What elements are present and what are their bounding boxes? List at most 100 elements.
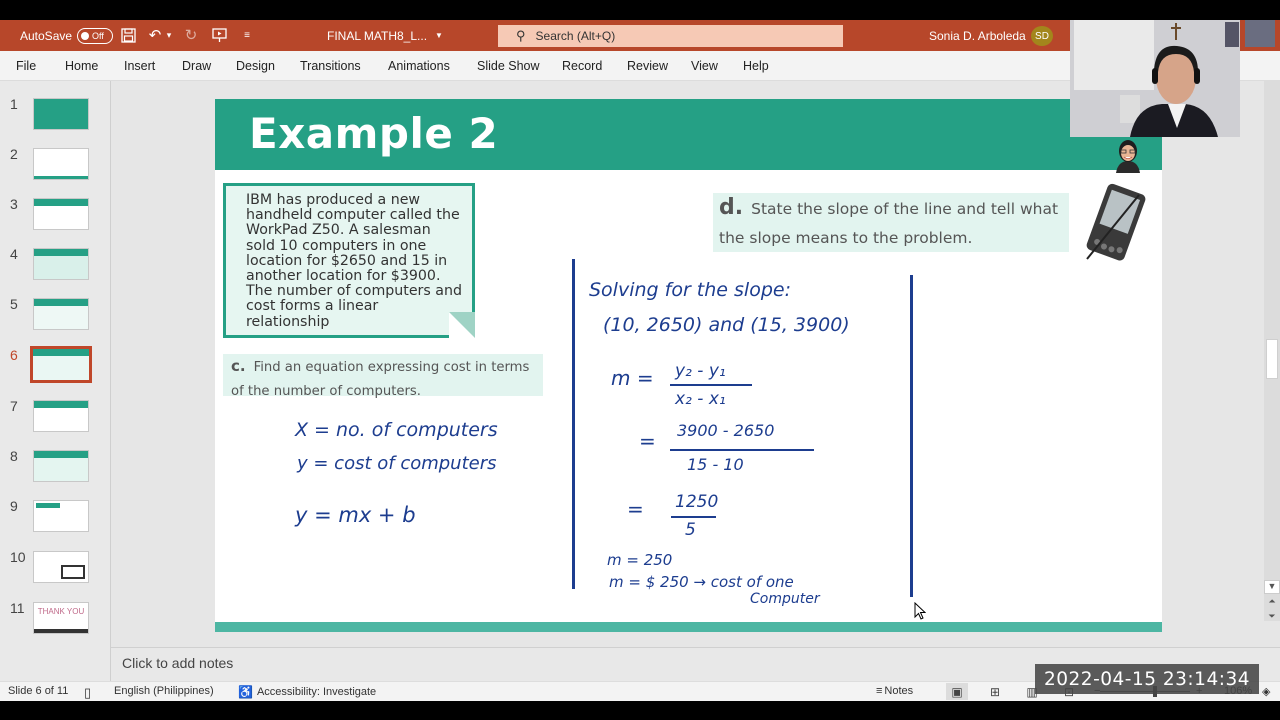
ink-fraction-bar xyxy=(670,384,752,386)
redo-icon[interactable]: ↻ xyxy=(182,26,200,44)
tab-design[interactable]: Design xyxy=(236,51,275,81)
slide-number: 6 xyxy=(10,347,18,363)
thumbnail-image[interactable] xyxy=(33,400,89,432)
slide-thumbnail[interactable]: 10 xyxy=(0,549,111,589)
webcam-video xyxy=(1070,20,1240,137)
customize-icon[interactable]: ≡ xyxy=(238,26,256,44)
ink-slope-intercept: y = mx + b xyxy=(295,503,416,527)
ink-variable-y: y = cost of computers xyxy=(297,453,497,474)
ink-m-equals: m = xyxy=(611,366,654,390)
accessibility-icon: ♿ xyxy=(238,685,253,699)
tab-file[interactable]: File xyxy=(16,51,36,81)
spelling-check-icon[interactable]: ▯ xyxy=(84,685,91,701)
question-text: State the slope of the line and tell wha… xyxy=(719,200,1059,247)
thumbnail-image[interactable] xyxy=(33,551,89,583)
tab-insert[interactable]: Insert xyxy=(124,51,155,81)
slide-thumbnail[interactable]: 3 xyxy=(0,196,111,236)
ink-points: (10, 2650) and (15, 3900) xyxy=(603,314,850,336)
slide-indicator[interactable]: Slide 6 of 11 xyxy=(8,685,68,697)
slide-number: 2 xyxy=(10,146,18,162)
slide-title-bar: Example 2 xyxy=(215,99,1162,170)
normal-view-button[interactable]: ▣ xyxy=(946,683,968,700)
slide-thumbnail[interactable]: 9 xyxy=(0,498,111,538)
slide-number: 8 xyxy=(10,448,18,464)
slide-thumbnail[interactable]: 2 xyxy=(0,146,111,186)
tab-transitions[interactable]: Transitions xyxy=(300,51,361,81)
slide-thumbnail[interactable]: 7 xyxy=(0,398,111,438)
bitmoji-avatar-image xyxy=(1116,140,1140,173)
tab-review[interactable]: Review xyxy=(627,51,668,81)
autosave-label: AutoSave xyxy=(20,28,73,43)
search-icon: ⚲ xyxy=(516,28,526,43)
vertical-scrollbar[interactable] xyxy=(1264,81,1280,621)
slide-canvas[interactable]: Example 2 IBM has produced a new handhel… xyxy=(215,99,1162,632)
thumbnail-image[interactable]: THANK YOU xyxy=(33,602,89,634)
thumbnail-image[interactable] xyxy=(33,450,89,482)
slide-title[interactable]: Example 2 xyxy=(249,109,498,158)
user-name[interactable]: Sonia D. Arboleda xyxy=(929,20,1026,51)
accessibility-button[interactable]: ♿ Accessibility: Investigate xyxy=(238,685,376,699)
search-placeholder: Search (Alt+Q) xyxy=(535,29,616,43)
notes-toggle-button[interactable]: ≡ Notes xyxy=(876,685,913,697)
slide-number: 9 xyxy=(10,498,18,514)
tab-view[interactable]: View xyxy=(691,51,718,81)
search-input[interactable]: ⚲ Search (Alt+Q) xyxy=(498,25,843,47)
fit-to-window-icon[interactable]: ◈ xyxy=(1262,685,1270,698)
thumbnail-image[interactable] xyxy=(33,298,89,330)
handheld-device-image xyxy=(1086,183,1146,261)
slide-thumbnail[interactable]: 4 xyxy=(0,246,111,286)
avatar[interactable]: SD xyxy=(1031,26,1053,46)
language-indicator[interactable]: English (Philippines) xyxy=(114,685,214,697)
present-icon[interactable] xyxy=(210,26,228,44)
thumbnail-image[interactable] xyxy=(33,198,89,230)
question-letter: d. xyxy=(719,195,744,220)
slide-thumbnail[interactable]: 5 xyxy=(0,296,111,336)
tab-help[interactable]: Help xyxy=(743,51,769,81)
autosave-control[interactable]: AutoSave Off xyxy=(20,20,114,51)
tab-slide-show[interactable]: Slide Show xyxy=(477,51,540,81)
scroll-down-icon[interactable]: ▼ xyxy=(1264,580,1280,594)
accessibility-label: Accessibility: Investigate xyxy=(256,686,377,698)
ink-equals: = xyxy=(627,497,644,521)
ink-result-m: m = 250 xyxy=(607,551,673,569)
mouse-cursor-icon xyxy=(914,602,926,620)
question-d-box[interactable]: d. State the slope of the line and tell w… xyxy=(713,193,1069,252)
document-title[interactable]: FINAL MATH8_L... ▼ xyxy=(327,20,443,51)
tab-draw[interactable]: Draw xyxy=(182,51,211,81)
slide-number: 3 xyxy=(10,196,18,212)
slide-thumbnail[interactable]: 1 xyxy=(0,96,111,136)
slide-thumbnail[interactable]: 11 THANK YOU xyxy=(0,600,111,640)
slide-sorter-button[interactable]: ⊞ xyxy=(984,683,1006,700)
thumbnail-image[interactable] xyxy=(33,248,89,280)
ink-right-border xyxy=(910,275,913,597)
document-title-text: FINAL MATH8_L... xyxy=(327,28,428,43)
ink-result-cost: m = $ 250 → cost of one xyxy=(609,573,794,591)
thumbnail-image[interactable] xyxy=(30,346,92,383)
problem-statement-box[interactable]: IBM has produced a new handheld computer… xyxy=(223,183,475,338)
slide-thumbnail-active[interactable]: 6 xyxy=(0,346,111,387)
slide-sorter-icon: ⊞ xyxy=(989,684,1001,699)
tab-animations[interactable]: Animations xyxy=(388,51,450,81)
scrollbar-thumb[interactable] xyxy=(1266,339,1278,379)
save-icon[interactable] xyxy=(119,26,137,44)
tab-record[interactable]: Record xyxy=(562,51,602,81)
slide-thumbnail-pane: 1 2 3 4 5 6 7 8 9 10 11 THANK YOU xyxy=(0,81,111,681)
thumbnail-image[interactable] xyxy=(33,98,89,130)
next-slide-icon[interactable]: ⏷ xyxy=(1264,611,1280,625)
previous-slide-icon[interactable]: ⏶ xyxy=(1264,596,1280,610)
notes-placeholder[interactable]: Click to add notes xyxy=(122,655,233,671)
ink-fraction-bar xyxy=(670,449,814,451)
ink-left-border xyxy=(572,259,575,589)
ink-step1-denominator: 15 - 10 xyxy=(687,455,744,474)
thumbnail-image[interactable] xyxy=(33,500,89,532)
slide-number: 10 xyxy=(10,549,26,565)
slide-thumbnail[interactable]: 8 xyxy=(0,448,111,488)
autosave-toggle[interactable]: Off xyxy=(77,27,114,44)
tab-home[interactable]: Home xyxy=(65,51,98,81)
undo-dropdown-icon[interactable]: ▾ xyxy=(164,26,174,44)
slide-footer-bar xyxy=(215,622,1162,632)
thumbnail-image[interactable] xyxy=(33,148,89,180)
ink-heading: Solving for the slope: xyxy=(589,279,791,301)
question-c-box[interactable]: c. Find an equation expressing cost in te… xyxy=(223,354,543,399)
undo-icon[interactable]: ↶ xyxy=(146,26,164,44)
